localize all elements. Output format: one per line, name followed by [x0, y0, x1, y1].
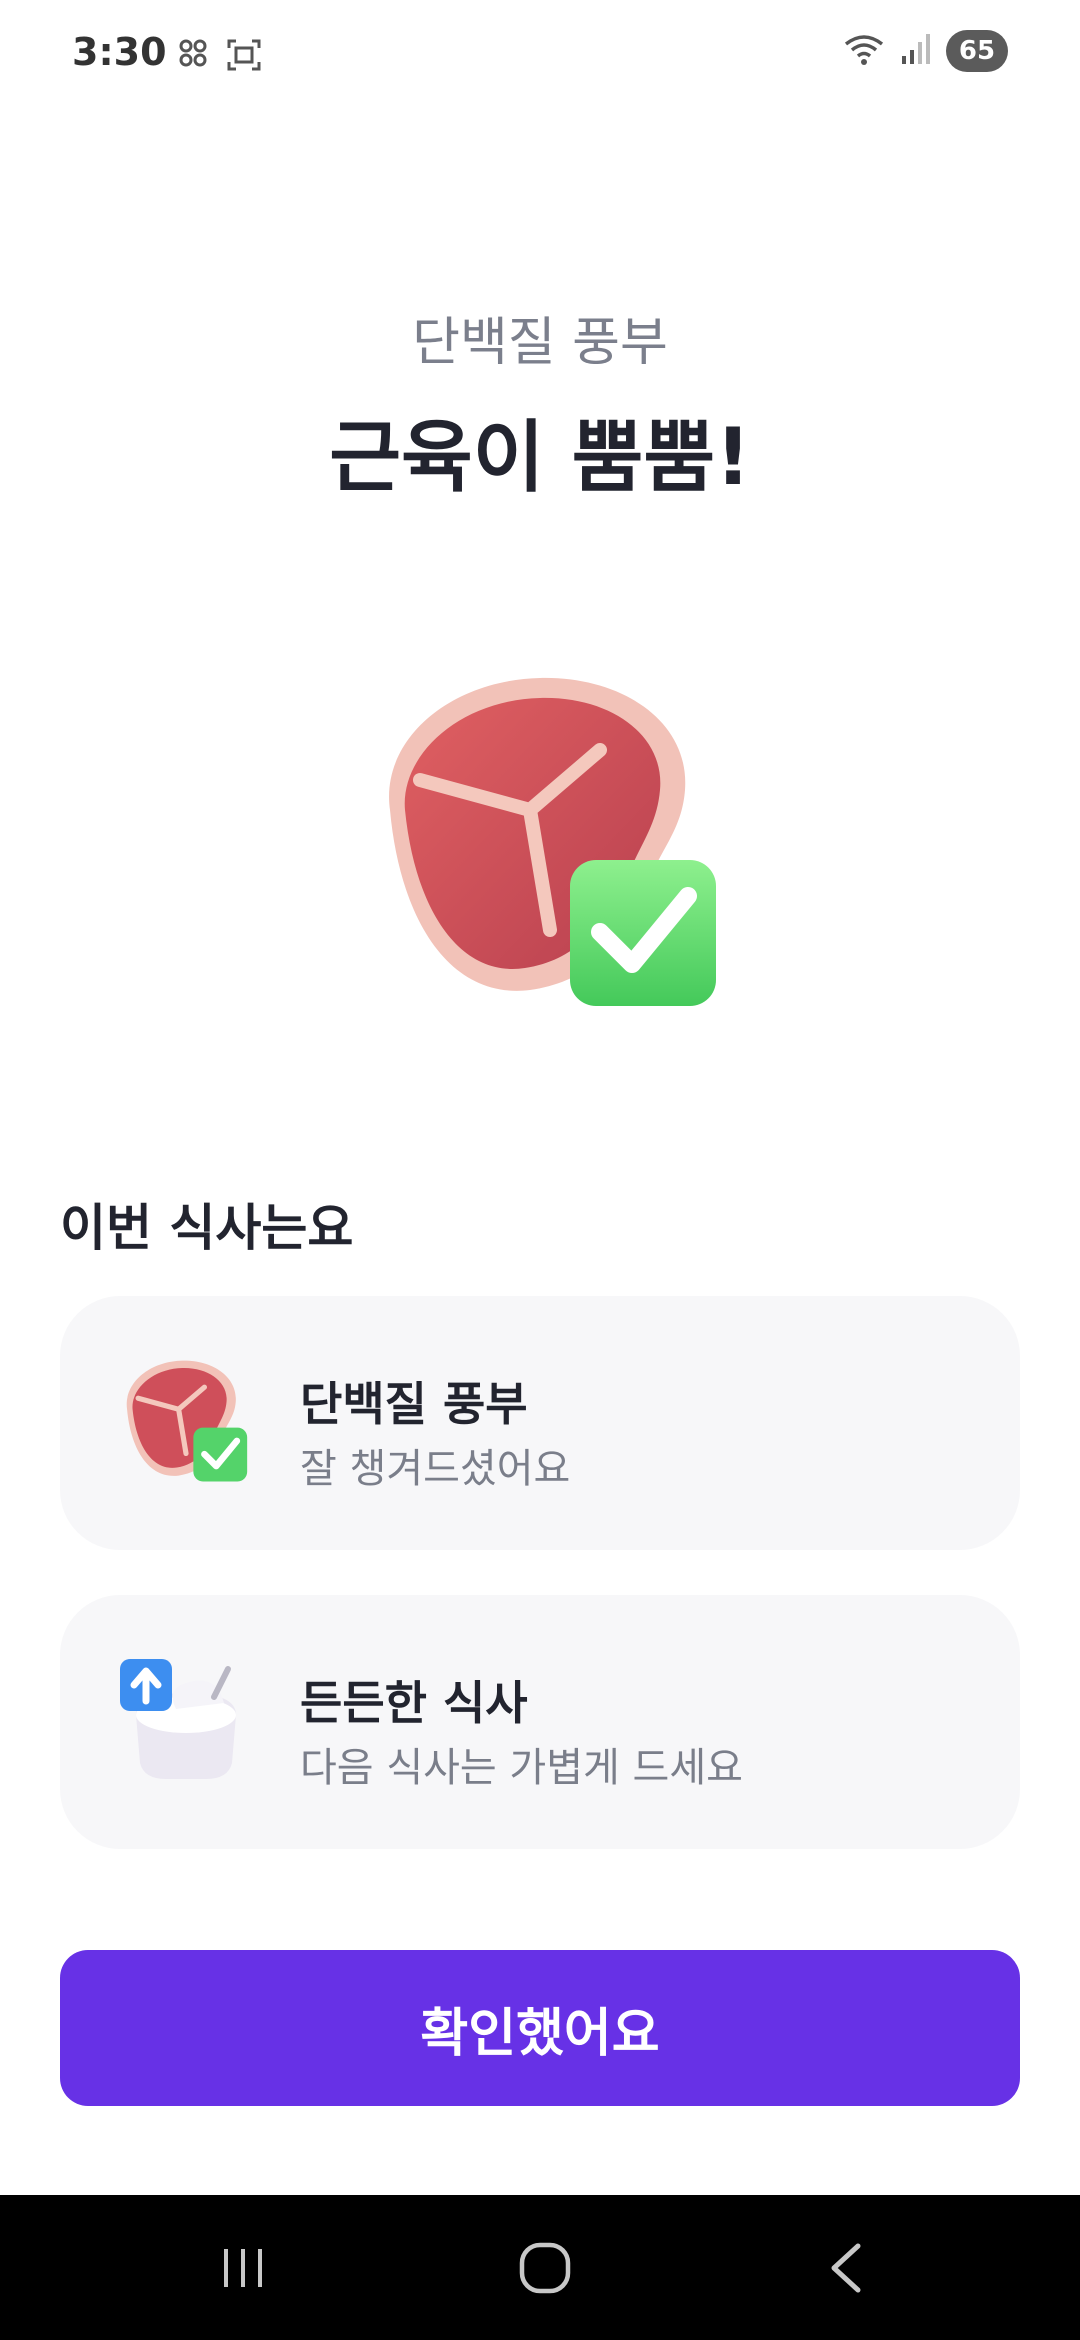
- back-button[interactable]: [787, 2195, 907, 2340]
- card-title: 든든한 식사: [300, 1676, 528, 1730]
- card-title: 단백질 풍부: [300, 1377, 528, 1431]
- meat-check-icon: [116, 1354, 256, 1494]
- recent-apps-icon: [224, 2248, 262, 2287]
- bowl-arrow-up-icon: [116, 1653, 256, 1793]
- result-title: 근육이 뿜뿜!: [329, 413, 751, 503]
- meal-feedback-card-hearty: 든든한 식사 다음 식사는 가볍게 드세요: [60, 1595, 1020, 1849]
- home-icon: [519, 2242, 571, 2293]
- card-subtitle: 잘 챙겨드셨어요: [300, 1446, 571, 1492]
- wifi-icon: [842, 32, 886, 70]
- recent-apps-button[interactable]: [183, 2195, 303, 2340]
- battery-indicator: 65: [946, 30, 1008, 72]
- system-nav-bar: [0, 2195, 1080, 2340]
- meal-feedback-card-protein: 단백질 풍부 잘 챙겨드셨어요: [60, 1296, 1020, 1550]
- signal-icon: [900, 32, 932, 70]
- result-subtitle: 단백질 풍부: [412, 313, 668, 373]
- meat-check-icon: [360, 660, 740, 1040]
- app-grid-icon: [178, 38, 208, 76]
- card-subtitle: 다음 식사는 가볍게 드세요: [300, 1745, 743, 1791]
- status-time: 3:30: [72, 30, 167, 74]
- screenshot-icon: [226, 38, 262, 76]
- back-icon: [831, 2243, 861, 2292]
- confirm-button[interactable]: 확인했어요: [60, 1950, 1020, 2106]
- status-bar: 3:30 65: [0, 0, 1080, 110]
- section-title: 이번 식사는요: [60, 1199, 354, 1257]
- home-button[interactable]: [485, 2195, 605, 2340]
